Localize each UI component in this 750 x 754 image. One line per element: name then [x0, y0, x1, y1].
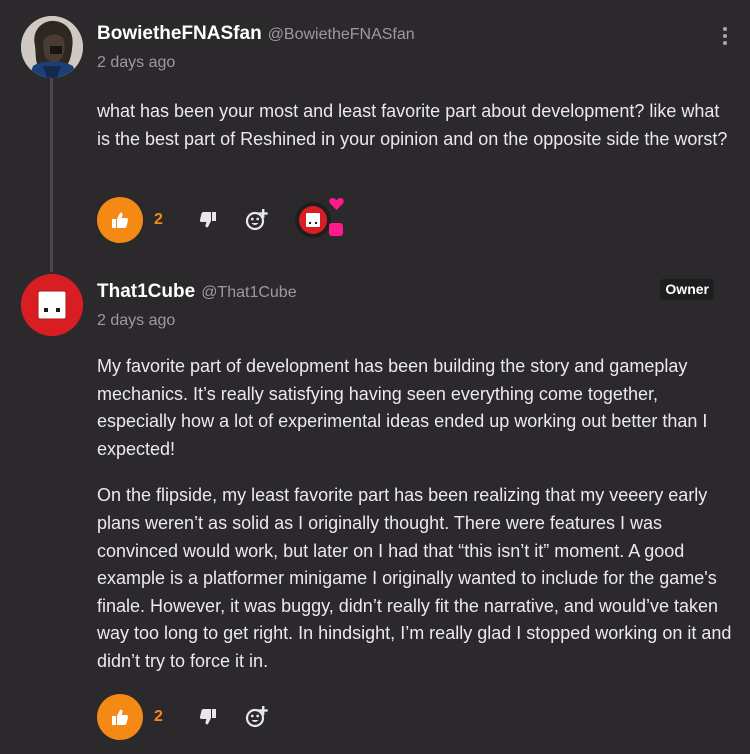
- like-button[interactable]: [97, 197, 143, 243]
- cube-logo-icon: [299, 206, 327, 234]
- username[interactable]: That1Cube: [97, 281, 195, 303]
- comment-header: That1Cube @That1Cube: [97, 281, 297, 303]
- like-count: 2: [154, 211, 163, 228]
- comment-header: BowietheFNASfan @BowietheFNASfan: [97, 23, 415, 45]
- thumbs-down-icon: [199, 709, 216, 725]
- thumbs-down-icon: [199, 212, 216, 228]
- like-button[interactable]: [97, 694, 143, 740]
- user-handle[interactable]: @BowietheFNASfan: [268, 26, 415, 44]
- timestamp: 2 days ago: [97, 312, 176, 329]
- thread-connector-line: [50, 76, 53, 272]
- comment-body: My favorite part of development has been…: [97, 353, 737, 695]
- owner-badge: Owner: [660, 279, 714, 300]
- avatar[interactable]: [21, 16, 83, 78]
- reaction-avatar: [295, 202, 331, 238]
- heart-icon: [329, 198, 344, 210]
- cube-logo-icon: [21, 274, 83, 336]
- character-portrait-icon: [21, 16, 83, 78]
- add-emoji-icon: [245, 706, 268, 728]
- comment-body: what has been your most and least favori…: [97, 98, 737, 172]
- comment-paragraph: what has been your most and least favori…: [97, 101, 728, 149]
- dislike-button[interactable]: [193, 205, 223, 235]
- comment-paragraph: On the flipside, my least favorite part …: [97, 485, 732, 671]
- more-options-icon[interactable]: [720, 27, 730, 47]
- timestamp: 2 days ago: [97, 54, 176, 71]
- user-handle[interactable]: @That1Cube: [201, 284, 296, 302]
- username[interactable]: BowietheFNASfan: [97, 23, 262, 45]
- like-count: 2: [154, 708, 163, 725]
- add-reaction-button[interactable]: [242, 702, 272, 732]
- avatar[interactable]: [21, 274, 83, 336]
- dislike-button[interactable]: [193, 702, 223, 732]
- reaction-chip[interactable]: [291, 197, 347, 243]
- thumbs-up-icon: [112, 212, 129, 228]
- comment-thread: BowietheFNASfan @BowietheFNASfan 2 days …: [0, 0, 750, 754]
- add-emoji-icon: [245, 209, 268, 231]
- comment-actions: 2: [97, 694, 272, 740]
- thumbs-up-icon: [112, 709, 129, 725]
- comment-actions: 2: [97, 197, 347, 243]
- chat-bubble-icon: [329, 223, 343, 236]
- comment-paragraph: My favorite part of development has been…: [97, 356, 708, 459]
- add-reaction-button[interactable]: [242, 205, 272, 235]
